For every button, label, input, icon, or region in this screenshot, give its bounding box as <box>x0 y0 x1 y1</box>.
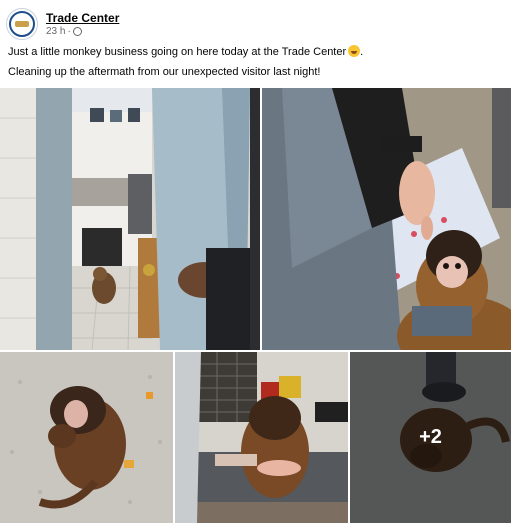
photo-4-image <box>175 352 348 523</box>
logo-icon <box>9 11 35 37</box>
line1-text: Just a little monkey business going on h… <box>8 46 347 58</box>
photo-1-image <box>0 88 260 350</box>
photo-3-monkey-floor[interactable] <box>0 352 173 523</box>
globe-icon <box>72 26 82 36</box>
post-text-line-1: Just a little monkey business going on h… <box>8 45 364 58</box>
post-meta: Trade Center 23 h · <box>46 11 119 38</box>
photo-4-monkey-counter[interactable] <box>175 352 348 523</box>
grinning-face-emoji <box>348 45 361 57</box>
author-name[interactable]: Trade Center <box>46 11 119 25</box>
photo-2-monkey-finger[interactable] <box>262 88 511 350</box>
post-header: Trade Center 23 h · <box>6 8 119 40</box>
facebook-post: Trade Center 23 h · Just a little monkey… <box>0 0 511 523</box>
photo-1-door[interactable] <box>0 88 260 350</box>
timestamp[interactable]: 23 h <box>46 25 65 38</box>
photo-2-image <box>262 88 511 350</box>
post-text-line-2: Cleaning up the aftermath from our unexp… <box>8 66 321 78</box>
separator: · <box>67 25 71 37</box>
photo-3-image <box>0 352 173 523</box>
more-photos-count[interactable]: +2 <box>350 352 511 523</box>
trade-center-avatar[interactable] <box>6 8 38 40</box>
post-time[interactable]: 23 h · <box>46 25 119 38</box>
